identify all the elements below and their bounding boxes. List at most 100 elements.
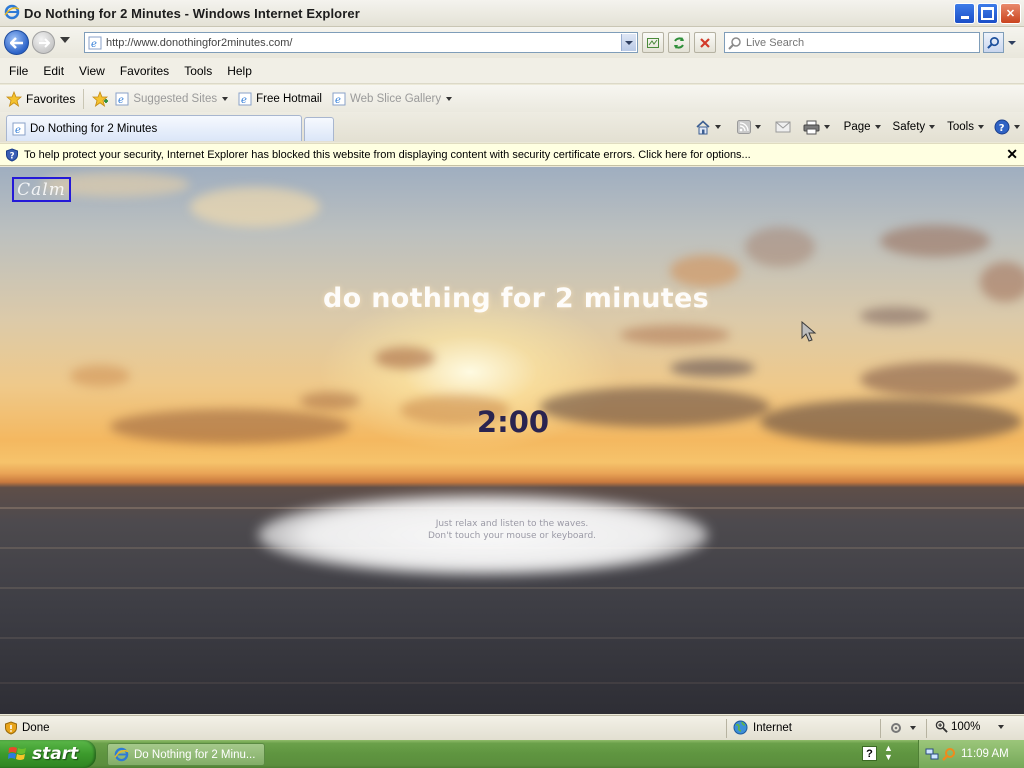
- suggested-sites-item[interactable]: e Suggested Sites: [115, 92, 229, 106]
- status-separator: [726, 719, 727, 738]
- tab-bar: e Do Nothing for 2 Minutes Page Safety T: [0, 112, 1024, 142]
- tab-title: Do Nothing for 2 Minutes: [30, 122, 158, 135]
- zone-label: Internet: [753, 721, 792, 734]
- security-zone[interactable]: Internet: [733, 720, 792, 735]
- start-label: start: [32, 744, 79, 764]
- feeds-icon: [736, 120, 751, 134]
- url-dropdown-button[interactable]: [621, 34, 636, 51]
- taskbar-ie-window[interactable]: Do Nothing for 2 Minu...: [107, 743, 265, 766]
- instruction-line-1: Just relax and listen to the waves.: [435, 519, 589, 529]
- windows-taskbar: start Do Nothing for 2 Minu... ? ▲ ▼ 11:0…: [0, 740, 1024, 768]
- menu-help[interactable]: Help: [219, 64, 259, 78]
- shield-icon: ?: [6, 147, 18, 162]
- svg-text:?: ?: [10, 151, 15, 161]
- command-bar: Page Safety Tools ?: [695, 116, 1020, 138]
- status-separator: [926, 719, 927, 738]
- page-dropdown-icon: [874, 125, 881, 129]
- svg-text:e: e: [91, 39, 97, 50]
- menu-bar: File Edit View Favorites Tools Help: [0, 58, 1024, 84]
- forward-arrow-icon: [38, 37, 50, 48]
- zoom-control[interactable]: 100%: [935, 720, 1005, 733]
- protected-mode-button[interactable]: [890, 721, 916, 735]
- ie-logo-icon: [114, 747, 129, 762]
- favorites-separator: [83, 88, 85, 109]
- menu-view[interactable]: View: [71, 64, 112, 78]
- tools-menu[interactable]: Tools: [947, 121, 984, 133]
- navigation-bar: e: [0, 27, 1024, 58]
- search-options-dropdown[interactable]: [1005, 32, 1019, 53]
- menu-file[interactable]: File: [0, 64, 35, 78]
- calm-logo-text: Calm: [17, 179, 66, 200]
- stop-button[interactable]: [694, 32, 716, 53]
- svg-text:e: e: [118, 95, 124, 106]
- search-box[interactable]: [724, 32, 980, 53]
- menu-edit[interactable]: Edit: [35, 64, 71, 78]
- network-icon[interactable]: [925, 747, 939, 761]
- maximize-button[interactable]: [977, 3, 998, 24]
- page-menu[interactable]: Page: [844, 121, 881, 133]
- suggested-sites-dropdown-icon: [222, 96, 229, 101]
- recent-pages-dropdown[interactable]: [60, 37, 70, 43]
- instructions: Just relax and listen to the waves. Don'…: [0, 518, 1024, 542]
- status-separator: [880, 719, 881, 738]
- back-button[interactable]: [4, 30, 29, 55]
- close-window-button[interactable]: ✕: [1000, 3, 1021, 24]
- refresh-button[interactable]: [668, 32, 690, 53]
- home-icon: [696, 119, 710, 134]
- stop-icon: [700, 37, 710, 48]
- help-icon: ?: [994, 119, 1010, 135]
- language-help-icon[interactable]: ?: [862, 746, 877, 761]
- minimize-button[interactable]: [954, 3, 975, 24]
- tray-scroll-arrows-icon[interactable]: ▲ ▼: [884, 744, 893, 762]
- read-mail-button[interactable]: [775, 121, 791, 133]
- mail-icon: [775, 121, 791, 133]
- tab-do-nothing[interactable]: e Do Nothing for 2 Minutes: [6, 115, 302, 141]
- taskbar-window-title: Do Nothing for 2 Minu...: [134, 748, 256, 761]
- forward-button[interactable]: [32, 31, 55, 54]
- feeds-dropdown-icon: [754, 125, 761, 129]
- internet-globe-icon: [733, 720, 748, 735]
- favorites-button[interactable]: Favorites: [6, 90, 75, 107]
- ie-page-icon: e: [238, 92, 252, 106]
- clock: 11:09 AM: [961, 748, 1009, 760]
- page-headline: do nothing for 2 minutes: [323, 283, 709, 314]
- window-title-bar[interactable]: Do Nothing for 2 Minutes - Windows Inter…: [0, 0, 1024, 27]
- magnifier-icon: [987, 37, 999, 49]
- help-dropdown-icon: [1014, 125, 1020, 129]
- countdown-timer: 2:00: [476, 405, 550, 439]
- status-bar: Done Internet 100%: [0, 715, 1024, 740]
- status-text: Done: [22, 722, 50, 734]
- mouse-cursor-icon: [801, 321, 817, 342]
- url-input[interactable]: [106, 36, 606, 49]
- ie-page-icon: e: [115, 92, 129, 106]
- feeds-button[interactable]: [736, 120, 761, 134]
- close-info-bar-icon[interactable]: ✕: [1006, 146, 1018, 163]
- safety-dropdown-icon: [929, 125, 936, 129]
- menu-favorites[interactable]: Favorites: [112, 64, 176, 78]
- page-content: Calm do nothing for 2 minutes 2:00 Just …: [0, 167, 1024, 714]
- web-slice-gallery-item[interactable]: e Web Slice Gallery: [332, 92, 453, 106]
- print-dropdown-icon: [823, 125, 830, 129]
- refresh-icon: [674, 36, 684, 49]
- address-bar[interactable]: e: [84, 32, 638, 53]
- security-info-bar[interactable]: ? To help protect your security, Interne…: [0, 143, 1024, 166]
- search-button[interactable]: [983, 32, 1004, 53]
- help-button[interactable]: ?: [994, 119, 1020, 135]
- window-title: Do Nothing for 2 Minutes - Windows Inter…: [24, 5, 360, 21]
- search-tray-icon[interactable]: [942, 747, 956, 761]
- menu-tools[interactable]: Tools: [176, 64, 219, 78]
- free-hotmail-item[interactable]: e Free Hotmail: [238, 92, 322, 106]
- compatibility-view-button[interactable]: [642, 32, 664, 53]
- start-button[interactable]: start: [0, 740, 96, 768]
- home-button[interactable]: [695, 119, 721, 135]
- calm-logo[interactable]: Calm: [12, 177, 71, 202]
- safety-menu[interactable]: Safety: [893, 121, 936, 133]
- system-tray: 11:09 AM: [918, 740, 1024, 768]
- search-input[interactable]: [746, 36, 966, 49]
- print-button[interactable]: [803, 120, 830, 135]
- new-tab-button[interactable]: [304, 117, 334, 141]
- ie-logo-icon: [4, 4, 20, 23]
- add-to-favorites-bar-icon[interactable]: [92, 90, 109, 107]
- favorites-bar: Favorites e Suggested Sites e Free Hotma…: [0, 85, 1024, 112]
- favorites-star-icon: [6, 90, 22, 107]
